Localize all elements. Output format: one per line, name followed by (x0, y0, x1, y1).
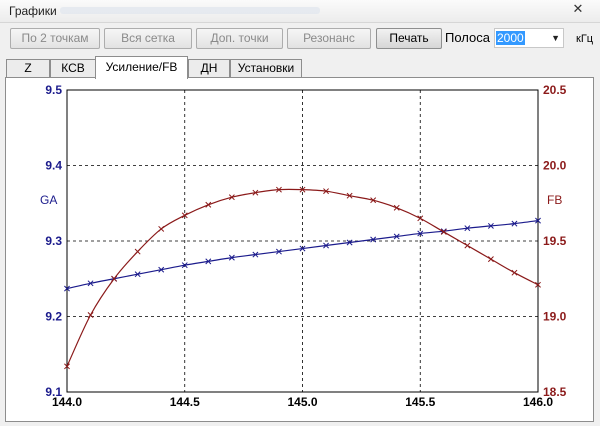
fb-data-point (487, 256, 494, 263)
tab-z[interactable]: Z (6, 59, 50, 78)
tab-swr[interactable]: КСВ (50, 59, 96, 78)
y-right-tick-label: 18.5 (543, 385, 567, 399)
x-tick-label: 145.0 (287, 395, 317, 409)
tab-strip: Z КСВ Усиление/FB ДН Установки (0, 56, 600, 79)
fb-data-point (205, 201, 212, 208)
y-left-axis-label: GA (40, 193, 57, 207)
print-button[interactable]: Печать (376, 28, 442, 49)
title-blurred-text (60, 7, 320, 14)
fb-data-point (158, 225, 165, 232)
fb-data-point (134, 248, 141, 255)
title-bar: Графики ✕ (0, 0, 600, 23)
resonance-button[interactable]: Резонанс (287, 28, 371, 49)
whole-grid-button[interactable]: Вся сетка (104, 28, 192, 49)
tab-gain-fb[interactable]: Усиление/FB (95, 56, 188, 79)
fb-data-point (464, 242, 471, 249)
y-right-axis-label: FB (547, 193, 562, 207)
tab-pattern[interactable]: ДН (188, 59, 230, 78)
fb-data-point (87, 312, 94, 318)
by-two-points-button[interactable]: По 2 точкам (10, 28, 100, 49)
fb-data-point (511, 269, 518, 276)
y-left-tick-label: 9.2 (45, 310, 62, 324)
chevron-down-icon[interactable]: ▼ (551, 31, 560, 45)
y-right-tick-label: 19.0 (543, 310, 567, 324)
fb-data-point (393, 204, 400, 211)
gain-fb-chart: 144.0 144.5 145.0 145.5 146.09.19.29.39.49.5… (40, 83, 567, 409)
x-tick-label: 145.5 (405, 395, 435, 409)
tab-settings[interactable]: Установки (230, 59, 302, 78)
y-right-tick-label: 19.5 (543, 234, 567, 248)
close-icon[interactable]: ✕ (556, 0, 600, 18)
bandwidth-label: Полоса (445, 30, 490, 45)
chart-panel: 144.0 144.5 145.0 145.5 146.0 9.1 9.2 9.3 9.4 9.5… (5, 77, 594, 422)
window-title: Графики (9, 4, 57, 18)
y-left-tick-label: 9.1 (45, 385, 62, 399)
y-right-tick-label: 20.0 (543, 159, 567, 173)
y-left-tick-label: 9.4 (45, 159, 62, 173)
x-tick-label: 144.5 (170, 395, 200, 409)
bandwidth-select[interactable]: 2000 ▼ (494, 28, 564, 48)
bandwidth-value[interactable]: 2000 (496, 31, 525, 45)
extra-points-button[interactable]: Доп. точки (196, 28, 283, 49)
bandwidth-unit: кГц (576, 33, 594, 45)
y-left-tick-label: 9.3 (45, 234, 62, 248)
y-right-tick-label: 20.5 (543, 83, 567, 97)
y-left-tick-label: 9.5 (45, 83, 62, 97)
